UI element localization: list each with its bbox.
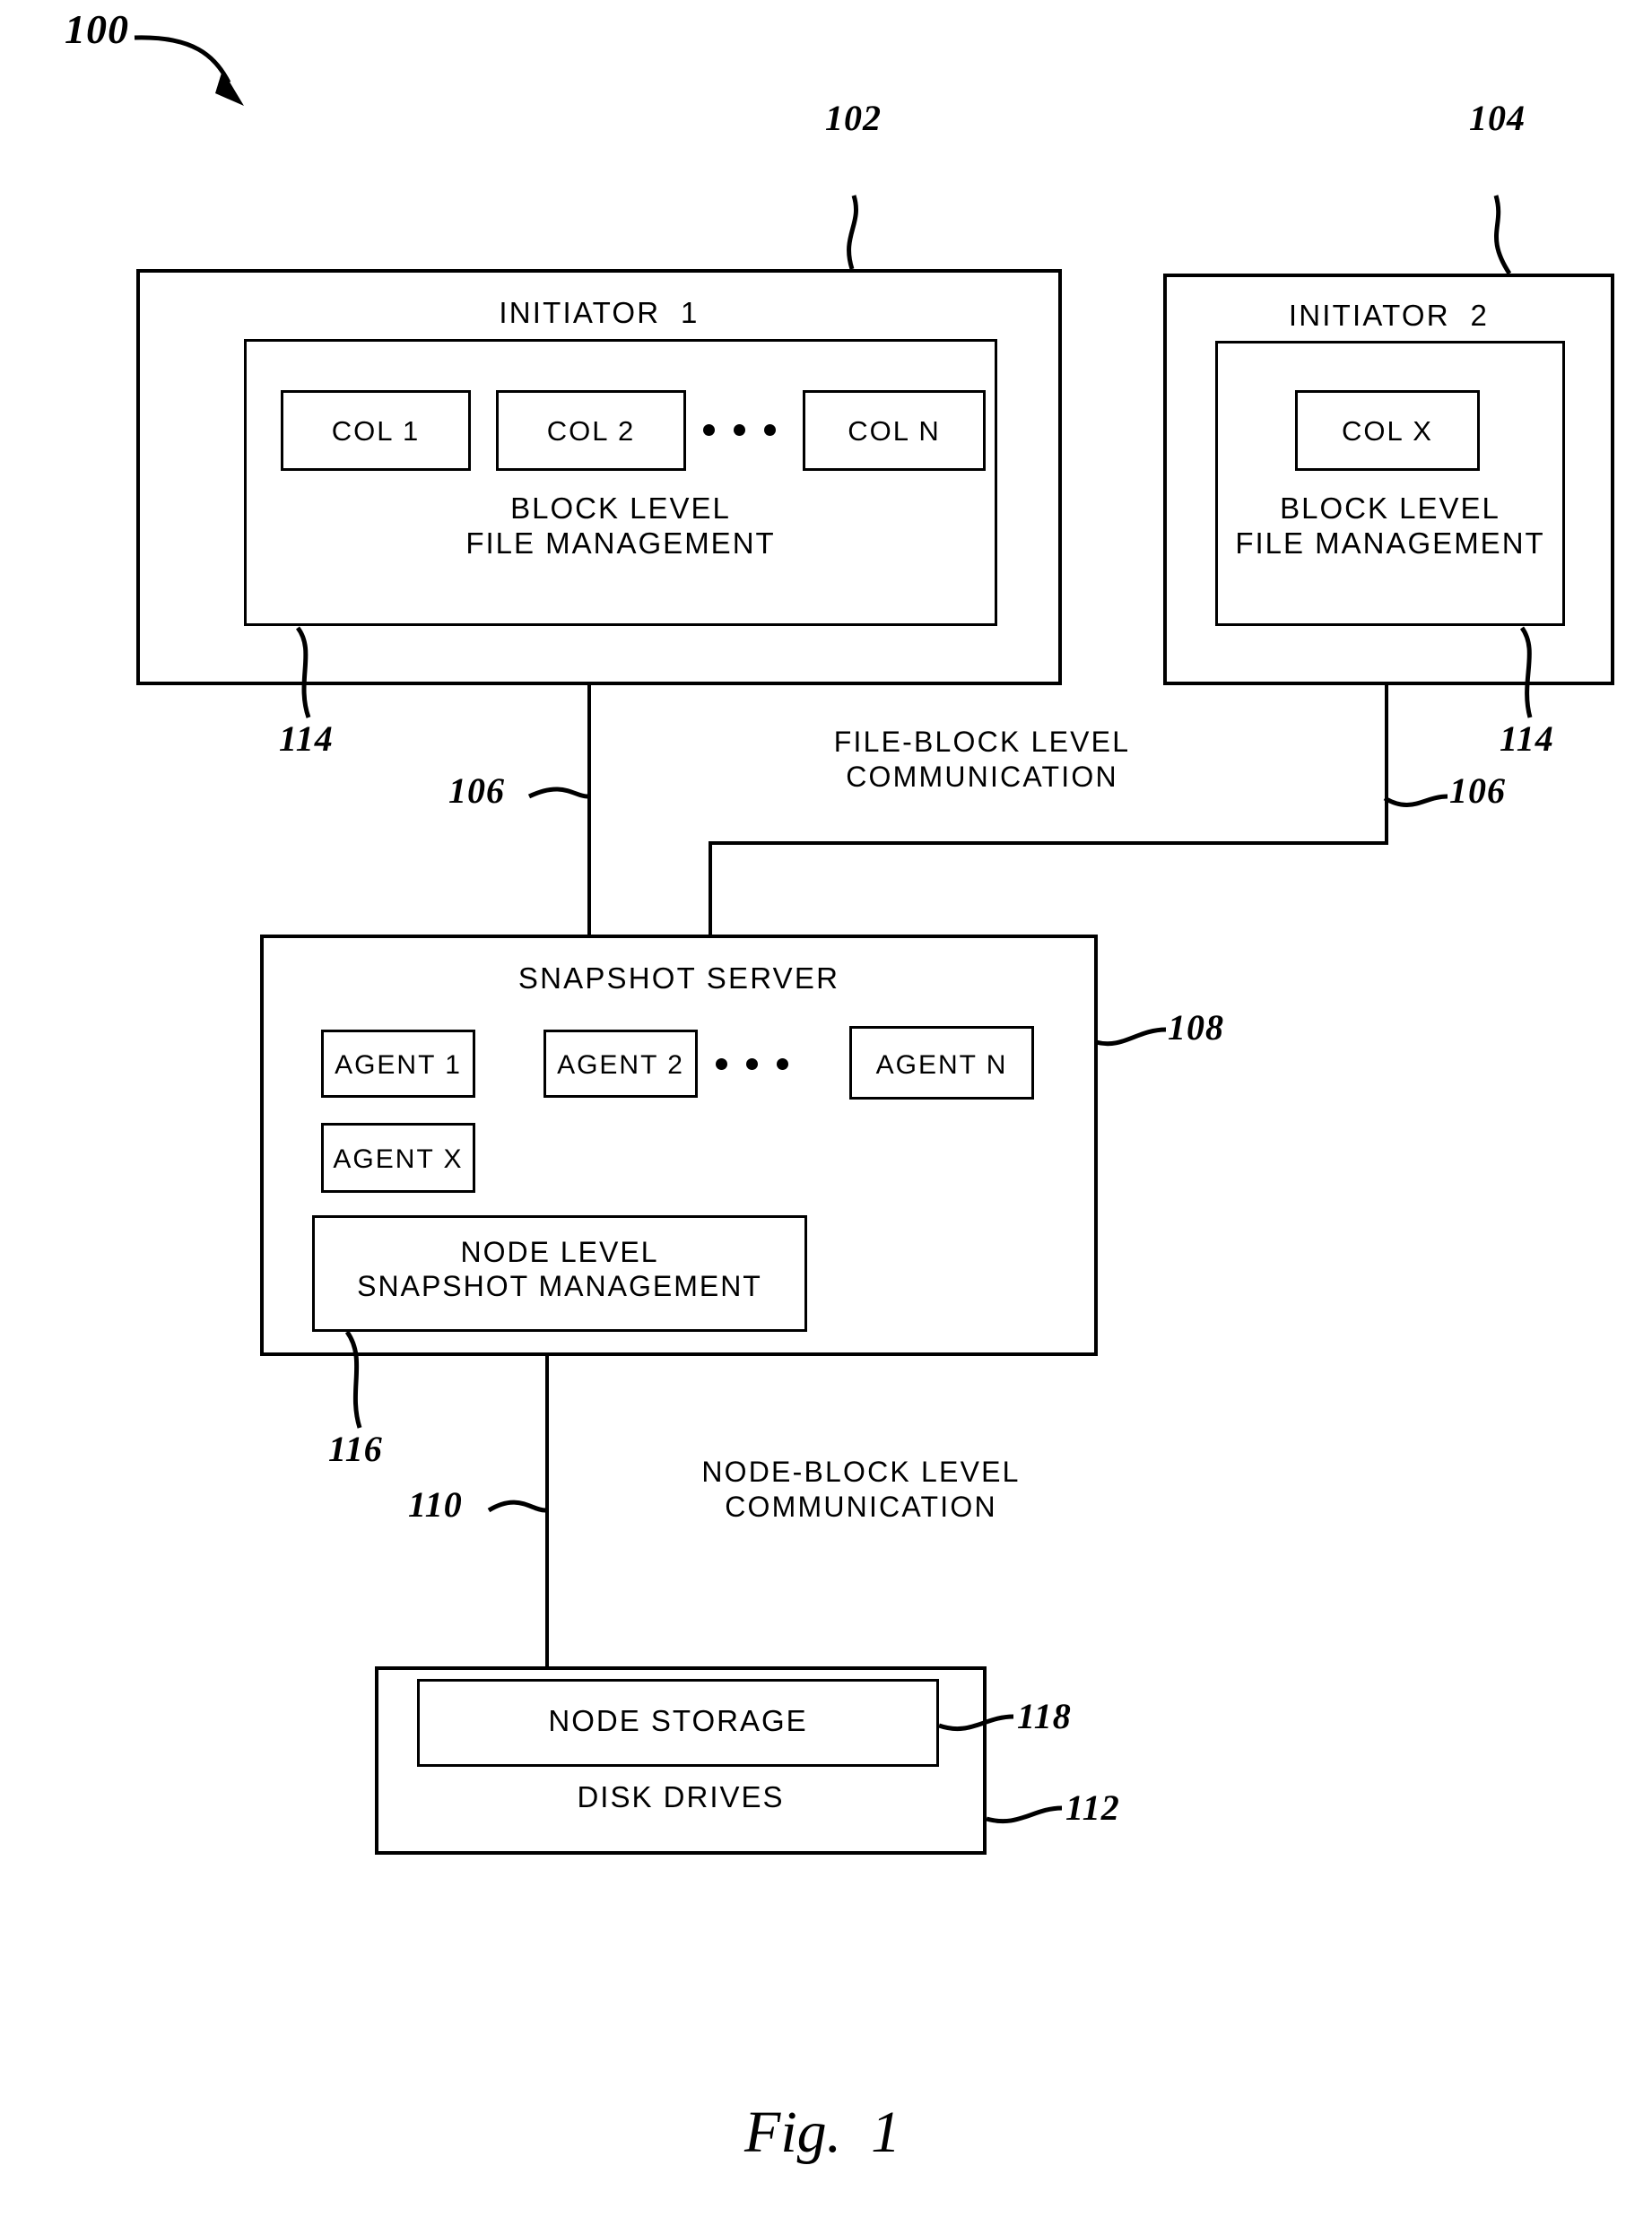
- link-initiator2-down: [1385, 685, 1388, 845]
- initiator-1-col-2-label: COL 2: [546, 415, 636, 447]
- figure-number: 100: [65, 6, 129, 52]
- initiator-2-inner-title: BLOCK LEVEL FILE MANAGEMENT: [1235, 491, 1545, 560]
- disk-drives-label: DISK DRIVES: [577, 1780, 785, 1813]
- patent-figure-1: 100 102 INITIATOR 1 COL 1 COL 2 COL N BL…: [0, 0, 1652, 2226]
- figure-caption: Fig. 1: [744, 2100, 901, 2165]
- node-level-snapshot-management-label: NODE LEVEL SNAPSHOT MANAGEMENT: [357, 1236, 762, 1302]
- ellipsis-dot: [703, 424, 715, 436]
- initiator-2-block-level-file-management-box[interactable]: [1215, 341, 1565, 626]
- ellipsis-dot: [734, 424, 745, 436]
- ellipsis-dot: [764, 424, 776, 436]
- ellipsis-dot: [716, 1058, 727, 1070]
- link-initiator1-to-server: [587, 685, 591, 938]
- initiator-2-col-x-label: COL X: [1342, 415, 1433, 447]
- ref-110: 110: [408, 1484, 463, 1525]
- ref-114-left: 114: [279, 718, 334, 759]
- ellipsis-dot: [746, 1058, 758, 1070]
- initiator-1-title: INITIATOR 1: [499, 296, 700, 329]
- ellipsis-dot: [777, 1058, 788, 1070]
- ref-106-right: 106: [1449, 770, 1506, 811]
- node-storage-label: NODE STORAGE: [548, 1704, 808, 1737]
- ref-108: 108: [1168, 1007, 1224, 1048]
- snapshot-server-title: SNAPSHOT SERVER: [517, 961, 840, 995]
- link-initiator2-elbow: [709, 841, 1388, 845]
- initiator-1-col-n-label: COL N: [848, 415, 941, 447]
- initiator-2-title: INITIATOR 2: [1288, 299, 1490, 332]
- ref-114-right: 114: [1500, 718, 1554, 759]
- ref-112: 112: [1065, 1787, 1120, 1828]
- node-block-level-communication-label: NODE-BLOCK LEVEL COMMUNICATION: [701, 1456, 1021, 1524]
- snapshot-server-agent-2-label: AGENT 2: [557, 1050, 684, 1080]
- snapshot-server-agent-x-label: AGENT X: [333, 1144, 464, 1174]
- snapshot-server-agent-1-label: AGENT 1: [335, 1050, 462, 1080]
- ref-106-left: 106: [448, 770, 505, 811]
- snapshot-server-agents-ellipsis: [716, 1058, 788, 1070]
- initiator-1-block-level-file-management-box[interactable]: [244, 339, 997, 626]
- ref-102: 102: [825, 98, 882, 138]
- initiator-1-inner-title: BLOCK LEVEL FILE MANAGEMENT: [465, 491, 776, 560]
- ref-104: 104: [1469, 98, 1526, 138]
- link-elbow-to-server: [709, 841, 712, 938]
- link-server-to-storage: [545, 1356, 549, 1666]
- initiator-1-col-1-label: COL 1: [331, 415, 421, 447]
- file-block-level-communication-label: FILE-BLOCK LEVEL COMMUNICATION: [833, 726, 1131, 794]
- snapshot-server-agent-n-label: AGENT N: [875, 1050, 1008, 1080]
- ref-118: 118: [1017, 1696, 1072, 1736]
- initiator-1-columns-ellipsis: [703, 424, 776, 436]
- ref-116: 116: [328, 1429, 383, 1469]
